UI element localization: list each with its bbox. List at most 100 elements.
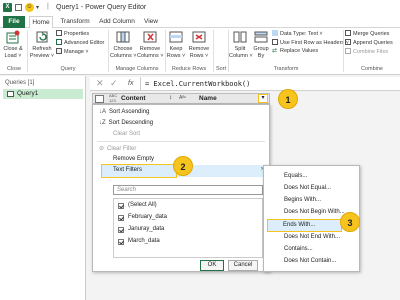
- column-header-name[interactable]: Name: [199, 95, 217, 102]
- table-icon: [7, 91, 14, 97]
- ok-button[interactable]: OK: [200, 260, 224, 271]
- ends-with-item[interactable]: Ends With...: [267, 219, 342, 232]
- tab-file[interactable]: File: [3, 16, 25, 28]
- remove-columns-icon: [143, 31, 157, 43]
- fx-label: fx: [128, 80, 134, 87]
- column-type-icon[interactable]: Aᴮᶜ: [179, 95, 186, 101]
- close-load-button[interactable]: Close & Load ˅: [2, 30, 24, 59]
- clear-filter-icon: ⊘: [99, 146, 105, 152]
- choose-columns-label: Choose Columns ˅: [110, 46, 137, 59]
- clear-filter-label: Clear Filter: [107, 146, 137, 152]
- search-input[interactable]: Search: [113, 185, 263, 195]
- choose-columns-icon: [116, 31, 130, 43]
- smiley-icon[interactable]: ☺: [25, 3, 34, 12]
- group-transform: Transform: [273, 66, 299, 72]
- split-column-button[interactable]: Split Column ˅: [229, 30, 253, 59]
- group-by-label: Group By: [253, 46, 269, 59]
- does-not-end-with-item[interactable]: Does Not End With...: [284, 234, 340, 240]
- remove-rows-label: Remove Rows ˅: [188, 46, 210, 59]
- cancel-formula-icon[interactable]: ✕: [96, 78, 104, 89]
- contains-item[interactable]: Contains...: [284, 246, 313, 252]
- headers-icon: [272, 39, 278, 45]
- title-bar: X ☺ ▾ | Query1 - Power Query Editor: [0, 0, 400, 16]
- remove-empty-item[interactable]: Remove Empty: [113, 156, 154, 162]
- ribbon: Close & Load ˅ Refresh Preview ˅ Propert…: [0, 28, 400, 75]
- value-label: Januray_data: [128, 226, 165, 232]
- tab-add-column[interactable]: Add Column: [98, 16, 136, 28]
- cancel-button[interactable]: Cancel: [228, 260, 258, 271]
- column-header-content[interactable]: Content: [121, 95, 146, 102]
- begins-with-item[interactable]: Begins With...: [284, 197, 321, 203]
- query-item[interactable]: Query1: [3, 89, 83, 99]
- queries-header: Queries [1]: [5, 80, 35, 86]
- confirm-formula-icon[interactable]: ✓: [110, 78, 118, 89]
- tab-view[interactable]: View: [140, 16, 162, 28]
- refresh-preview-label: Refresh Preview ˅: [29, 46, 55, 59]
- formula-bar: ✕ ✓ fx = Excel.CurrentWorkbook(): [90, 77, 400, 91]
- value-checkbox[interactable]: [118, 227, 124, 233]
- tab-home[interactable]: Home: [29, 16, 53, 28]
- tab-transform[interactable]: Transform: [58, 16, 92, 28]
- keep-rows-label: Keep Rows ˅: [166, 46, 186, 59]
- window-title: Query1 - Power Query Editor: [56, 4, 147, 11]
- does-not-begin-with-item[interactable]: Does Not Begin With...: [284, 209, 345, 215]
- ribbon-tabs: File Home Transform Add Column View: [0, 16, 400, 28]
- callout-badge-3: 3: [340, 212, 360, 232]
- sort-ascending-label: Sort Ascending: [109, 109, 150, 115]
- advanced-editor-label: Advanced Editor: [64, 40, 105, 46]
- save-icon[interactable]: [15, 4, 22, 11]
- sort-descending-item[interactable]: ↓Z Sort Descending: [99, 120, 153, 126]
- append-queries-button[interactable]: Append Queries: [345, 39, 393, 47]
- callout-badge-2: 2: [173, 156, 193, 176]
- does-not-contain-item[interactable]: Does Not Contain...: [284, 258, 336, 264]
- column-header-row: ABC 123 Content ↕ Aᴮᶜ Name ▾: [92, 93, 270, 104]
- remove-columns-label: Remove Columns ˅: [137, 46, 164, 59]
- properties-label: Properties: [64, 31, 90, 37]
- sort-descending-icon: ↓Z: [99, 120, 106, 126]
- values-list: (Select All) February_data Januray_data …: [113, 198, 263, 258]
- title-separator: |: [47, 3, 49, 10]
- value-label: February_data: [128, 214, 168, 220]
- manage-button[interactable]: Manage ˅: [56, 48, 89, 56]
- combine-files-button[interactable]: Combine Files: [345, 48, 388, 56]
- data-type-dropdown[interactable]: Data Type: Text ˅: [272, 30, 323, 38]
- ends-with-label: Ends With...: [283, 222, 316, 228]
- merge-queries-button[interactable]: Merge Queries: [345, 30, 389, 38]
- value-checkbox[interactable]: [118, 215, 124, 221]
- remove-rows-icon: [192, 31, 206, 43]
- replace-values-button[interactable]: ⇄ Replace Values: [272, 48, 318, 55]
- first-row-headers-button[interactable]: Use First Row as Headers ˅: [272, 39, 349, 47]
- combine-files-label: Combine Files: [353, 49, 389, 55]
- value-checkbox[interactable]: [118, 239, 124, 245]
- remove-columns-button[interactable]: Remove Columns ˅: [137, 30, 163, 59]
- keep-rows-icon: [169, 31, 183, 43]
- expand-icon[interactable]: ↕: [169, 95, 172, 101]
- choose-columns-button[interactable]: Choose Columns ˅: [110, 30, 136, 59]
- table-menu-icon[interactable]: [95, 95, 104, 103]
- equals-item[interactable]: Equals...: [284, 173, 307, 179]
- advanced-editor-button[interactable]: Advanced Editor: [56, 39, 104, 47]
- group-by-button[interactable]: Group By: [252, 30, 270, 59]
- filter-dropdown-button[interactable]: ▾: [258, 94, 268, 103]
- split-column-icon: [233, 31, 247, 43]
- properties-icon: [56, 30, 62, 36]
- refresh-preview-button[interactable]: Refresh Preview ˅: [29, 30, 55, 59]
- sort-descending-label: Sort Descending: [108, 120, 154, 126]
- sort-ascending-item[interactable]: ↓A Sort Ascending: [99, 109, 149, 115]
- keep-rows-button[interactable]: Keep Rows ˅: [166, 30, 186, 59]
- manage-icon: [56, 48, 62, 54]
- text-filters-highlight: [101, 164, 177, 178]
- remove-rows-button[interactable]: Remove Rows ˅: [187, 30, 211, 59]
- queries-pane: Queries [1] Query1: [0, 76, 86, 300]
- sort-ascending-icon: ↓A: [99, 109, 107, 115]
- value-label: March_data: [128, 238, 160, 244]
- split-column-label: Split Column ˅: [229, 46, 253, 59]
- formula-input[interactable]: = Excel.CurrentWorkbook(): [145, 80, 250, 88]
- properties-button[interactable]: Properties: [56, 30, 89, 38]
- dropdown-icon[interactable]: ▾: [36, 4, 39, 11]
- merge-icon: [345, 30, 351, 36]
- select-all-checkbox[interactable]: [118, 203, 124, 209]
- does-not-equal-item[interactable]: Does Not Equal...: [284, 185, 331, 191]
- column-type-icon[interactable]: ABC 123: [109, 93, 117, 103]
- group-close: Close: [6, 66, 22, 72]
